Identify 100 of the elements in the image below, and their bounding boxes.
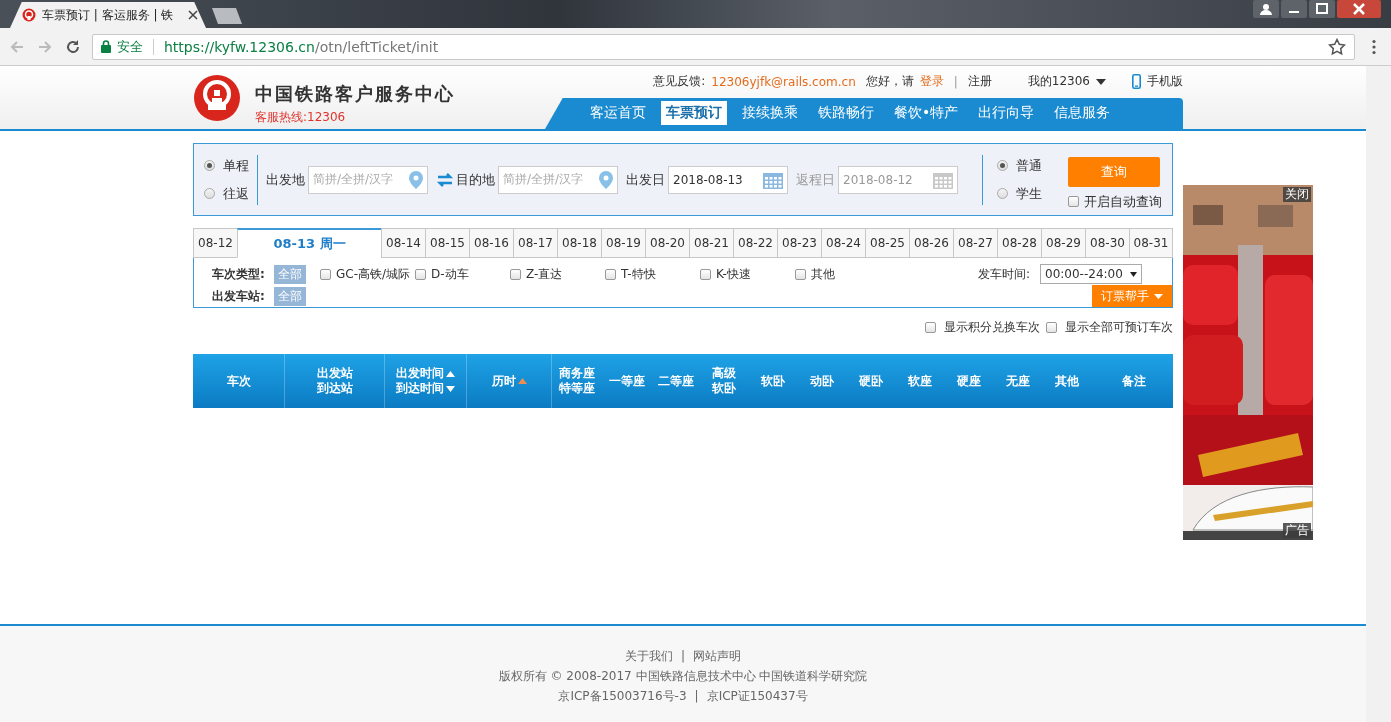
url-text[interactable]: https://kyfw.12306.cn/otn/leftTicket/init xyxy=(164,38,439,55)
nav-tab[interactable]: 接续换乘 xyxy=(737,101,803,126)
date-tab[interactable]: 08-13 周一 xyxy=(237,228,381,258)
checkbox-label: 开启自动查询 xyxy=(1084,192,1162,211)
address-bar[interactable]: 安全 https://kyfw.12306.cn/otn/leftTicket/init xyxy=(92,33,1355,60)
caret-icon[interactable] xyxy=(1096,78,1106,85)
date-tab[interactable]: 08-18 xyxy=(557,228,601,258)
date-tab[interactable]: 08-25 xyxy=(865,228,909,258)
column-header: 车次 xyxy=(226,373,251,389)
checkbox[interactable] xyxy=(415,268,426,280)
date-tab[interactable]: 08-24 xyxy=(821,228,865,258)
column-header: 特等座 xyxy=(559,381,595,396)
footer-link[interactable]: 关于我们 xyxy=(624,648,673,664)
lock-icon xyxy=(101,40,111,53)
column-header: 动卧 xyxy=(809,373,834,389)
date-tab[interactable]: 08-29 xyxy=(1041,228,1085,258)
footer-link[interactable]: 网站声明 xyxy=(693,648,741,664)
column-header: 一等座 xyxy=(608,373,645,389)
railway-logo-icon xyxy=(193,73,241,122)
copyright-text: 版权所有 © 2008-2017 中国铁路信息技术中心 中国铁道科学研究院 xyxy=(498,668,868,684)
account-menu[interactable]: 我的12306 xyxy=(1027,73,1090,91)
date-tab[interactable]: 08-28 xyxy=(997,228,1041,258)
checkbox[interactable] xyxy=(320,268,331,280)
column-header: 到达站 xyxy=(316,381,353,396)
time-dropdown[interactable]: 00:00--24:00 xyxy=(1040,264,1142,284)
date-tab[interactable]: 08-19 xyxy=(601,228,645,258)
checkbox-label: 显示积分兑换车次 xyxy=(944,318,1040,336)
nav-tab[interactable]: 车票预订 xyxy=(661,101,727,126)
checkbox-label: Z-直达 xyxy=(526,265,563,283)
radio-button[interactable] xyxy=(204,188,215,199)
date-tab[interactable]: 08-26 xyxy=(909,228,953,258)
swap-icon[interactable] xyxy=(436,171,454,188)
checkbox-label: D-动车 xyxy=(431,265,469,283)
checkbox-label: T-特快 xyxy=(621,265,656,283)
checkbox[interactable] xyxy=(1046,321,1057,333)
separator: | xyxy=(694,688,699,704)
date-tab[interactable]: 08-22 xyxy=(733,228,777,258)
date-tab[interactable]: 08-16 xyxy=(469,228,513,258)
checkbox[interactable] xyxy=(700,268,711,280)
checkbox[interactable] xyxy=(925,321,936,333)
date-tab[interactable]: 08-14 xyxy=(381,228,425,258)
column-header: 硬卧 xyxy=(858,373,883,389)
checkbox-label: GC-高铁/城际 xyxy=(336,265,411,283)
nav-tab[interactable]: 餐饮•特产 xyxy=(889,101,964,126)
checkbox[interactable] xyxy=(605,268,616,280)
nav-tab[interactable]: 信息服务 xyxy=(1049,101,1116,126)
nav-tab[interactable]: 客运首页 xyxy=(585,101,651,126)
radio-button[interactable] xyxy=(204,160,215,171)
column-header: 无座 xyxy=(1005,373,1030,389)
filter-label: 车次类型: xyxy=(212,265,266,283)
date-tab[interactable]: 08-23 xyxy=(777,228,821,258)
date-tab[interactable]: 08-27 xyxy=(953,228,997,258)
column-header: 出发站 xyxy=(316,366,353,381)
new-tab-button[interactable] xyxy=(212,8,242,24)
caret-icon xyxy=(1130,271,1137,277)
column-header: 其他 xyxy=(1054,373,1079,389)
radio-button[interactable] xyxy=(997,160,1008,171)
maximize-icon[interactable] xyxy=(1309,0,1335,18)
calendar-icon xyxy=(933,170,953,189)
browser-tab[interactable]: 车票预订 | 客运服务 | 铁 xyxy=(10,2,206,28)
date-tab[interactable]: 08-30 xyxy=(1085,228,1129,258)
phone-icon xyxy=(1132,74,1141,90)
field-label: 出发地 xyxy=(266,170,305,189)
user-icon[interactable] xyxy=(1253,0,1279,18)
date-tab[interactable]: 08-17 xyxy=(513,228,557,258)
depart-date-field[interactable]: 2018-08-13 xyxy=(668,165,788,194)
checkbox[interactable] xyxy=(510,268,521,280)
date-tab[interactable]: 08-12 xyxy=(193,228,237,258)
checkbox[interactable] xyxy=(795,268,806,280)
column-header: 二等座 xyxy=(657,373,694,389)
date-tab[interactable]: 08-31 xyxy=(1129,228,1173,258)
date-tab[interactable]: 08-21 xyxy=(689,228,733,258)
nav-tab[interactable]: 出行向导 xyxy=(973,101,1040,126)
star-icon[interactable] xyxy=(1328,37,1346,56)
icp-text: 京ICP备15003716号-3 xyxy=(558,688,687,704)
caret-icon xyxy=(1154,293,1163,299)
greeting-text: 您好，请 xyxy=(865,73,914,91)
column-header: 软卧 xyxy=(760,373,785,389)
sort-up-icon[interactable] xyxy=(446,370,455,377)
nav-tab[interactable]: 铁路畅行 xyxy=(813,101,879,126)
date-tab[interactable]: 08-15 xyxy=(425,228,469,258)
hotline-text: 客服热线:12306 xyxy=(255,108,347,126)
date-tab[interactable]: 08-20 xyxy=(645,228,689,258)
radio-button[interactable] xyxy=(997,188,1008,199)
field-label: 目的地 xyxy=(456,170,495,189)
separator: | xyxy=(680,648,685,664)
column-header: 高级 xyxy=(712,366,736,381)
close-icon[interactable] xyxy=(188,10,198,20)
column-header: 软座 xyxy=(907,373,932,389)
minimize-icon[interactable] xyxy=(1281,0,1307,18)
column-header: 硬座 xyxy=(956,373,981,389)
radio-label: 单程 xyxy=(223,156,249,175)
radio-label: 学生 xyxy=(1016,184,1042,203)
register-link[interactable]: 注册 xyxy=(967,73,992,91)
checkbox[interactable] xyxy=(1068,196,1079,207)
close-icon[interactable] xyxy=(1337,0,1381,18)
mobile-link[interactable]: 手机版 xyxy=(1147,73,1183,91)
sort-down-icon[interactable] xyxy=(446,385,455,392)
close-ad-button[interactable]: 关闭 xyxy=(1283,187,1311,202)
site-name: 中国铁路客户服务中心 xyxy=(255,81,455,106)
